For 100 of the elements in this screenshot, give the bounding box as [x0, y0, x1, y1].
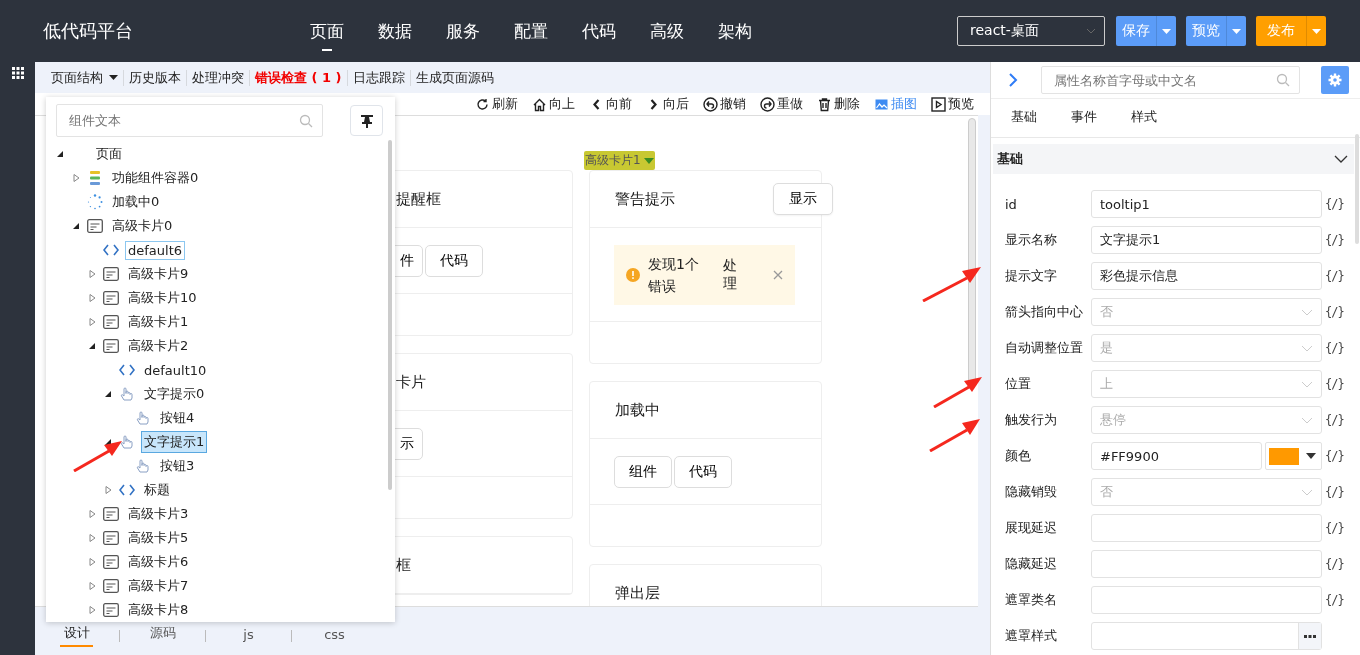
tree-node[interactable]: 高级卡片6	[125, 551, 192, 573]
editor-tab[interactable]: js	[232, 627, 265, 647]
nav-tab[interactable]: 代码	[582, 19, 616, 43]
dropdown-toggle[interactable]	[1226, 16, 1246, 46]
canvas-action[interactable]: 预览	[931, 95, 974, 113]
toggle-icon[interactable]	[88, 510, 96, 518]
binding-toggle[interactable]: {/}	[1325, 341, 1344, 355]
toolbar-link[interactable]: 日志跟踪	[352, 68, 405, 87]
text-field[interactable]	[1091, 550, 1322, 578]
color-field[interactable]: #FF9900	[1091, 442, 1262, 470]
toolbar-link[interactable]: 页面结构	[51, 68, 118, 87]
nav-tab[interactable]: 架构	[718, 19, 752, 43]
binding-toggle[interactable]: {/}	[1325, 485, 1344, 499]
property-tab[interactable]: 事件	[1071, 104, 1097, 132]
text-field[interactable]: 文字提示1	[1091, 226, 1322, 254]
tree-node[interactable]: 高级卡片3	[125, 503, 192, 525]
selection-tag[interactable]: 高级卡片1	[584, 151, 655, 170]
toolbar-link[interactable]: 历史版本	[129, 68, 181, 87]
binding-toggle[interactable]: {/}	[1325, 233, 1344, 247]
tree-node[interactable]: 高级卡片9	[125, 263, 192, 285]
tree-node[interactable]: 高级卡片0	[109, 215, 176, 237]
editor-tab[interactable]: 设计	[60, 624, 93, 647]
nav-tab[interactable]: 高级	[650, 19, 684, 43]
binding-toggle[interactable]: {/}	[1325, 197, 1344, 211]
color-picker[interactable]	[1265, 442, 1322, 470]
toggle-icon[interactable]	[104, 390, 112, 398]
tree-node[interactable]: 高级卡片2	[125, 335, 192, 357]
tree-node[interactable]: 按钮3	[157, 455, 198, 477]
section-header[interactable]: 基础	[993, 144, 1354, 174]
card-button[interactable]: 组件	[614, 455, 672, 488]
toggle-icon[interactable]	[88, 606, 96, 614]
editor-tab[interactable]: 源码	[146, 624, 179, 647]
toggle-icon[interactable]	[88, 270, 96, 278]
tree-node[interactable]: 按钮4	[157, 407, 198, 429]
tree-node[interactable]: 高级卡片8	[125, 599, 192, 621]
tree-node[interactable]: 页面	[93, 143, 125, 165]
card-button[interactable]: 代码	[674, 455, 732, 488]
tree-node[interactable]: 标题	[141, 479, 173, 501]
more-icon[interactable]	[1304, 634, 1316, 638]
chevron-right-icon[interactable]	[1008, 72, 1018, 88]
toggle-icon[interactable]	[72, 174, 80, 182]
binding-toggle[interactable]: {/}	[1325, 557, 1344, 571]
canvas-action[interactable]: 向前	[589, 95, 632, 113]
text-field[interactable]	[1091, 586, 1322, 614]
env-select[interactable]: react-桌面	[957, 16, 1105, 46]
tree-node[interactable]: 高级卡片10	[125, 287, 200, 309]
canvas-action[interactable]: 撤销	[703, 95, 746, 113]
nav-tab[interactable]: 配置	[514, 19, 548, 43]
card-button[interactable]: 代码	[425, 244, 483, 277]
scrollbar[interactable]	[388, 140, 392, 490]
toggle-icon[interactable]	[72, 222, 80, 230]
toggle-icon[interactable]	[88, 558, 96, 566]
nav-tab[interactable]: 服务	[446, 19, 480, 43]
toolbar-link[interactable]: 错误检查 ( 1 )	[255, 68, 342, 87]
nav-tab[interactable]: 数据	[378, 19, 412, 43]
close-icon[interactable]	[773, 269, 783, 280]
tree-node[interactable]: 高级卡片1	[125, 311, 192, 333]
settings-button[interactable]	[1321, 66, 1349, 94]
binding-toggle[interactable]: {/}	[1325, 377, 1344, 391]
grid-icon[interactable]	[11, 67, 24, 79]
tree-node[interactable]: 文字提示1	[141, 431, 208, 453]
text-field[interactable]: tooltip1	[1091, 190, 1322, 218]
tree-node[interactable]: 文字提示0	[141, 383, 208, 405]
text-field[interactable]	[1091, 514, 1322, 542]
canvas-action[interactable]: 重做	[760, 95, 803, 113]
binding-toggle[interactable]: {/}	[1325, 521, 1344, 535]
tree-node[interactable]: 加载中0	[109, 191, 163, 213]
dropdown-toggle[interactable]	[1156, 16, 1176, 46]
show-button[interactable]: 显示	[773, 183, 833, 215]
scrollbar[interactable]	[1355, 134, 1359, 244]
toggle-icon[interactable]	[104, 486, 112, 494]
property-search-field[interactable]: 属性名称首字母或中文名	[1041, 66, 1300, 94]
binding-toggle[interactable]: {/}	[1325, 269, 1344, 283]
canvas-action[interactable]: 刷新	[475, 95, 518, 113]
alert-action-link[interactable]: 处理	[723, 256, 752, 293]
canvas-action[interactable]: 向上	[532, 95, 575, 113]
toggle-icon[interactable]	[88, 534, 96, 542]
toggle-icon[interactable]	[56, 150, 64, 158]
tree-node[interactable]: default10	[141, 360, 210, 380]
toggle-icon[interactable]	[88, 342, 96, 350]
editor-tab[interactable]: css	[318, 627, 351, 647]
toggle-icon[interactable]	[88, 582, 96, 590]
binding-toggle[interactable]: {/}	[1325, 593, 1344, 607]
tree-node[interactable]: default6	[125, 240, 185, 260]
nav-tab[interactable]: 页面	[310, 19, 344, 43]
canvas-action[interactable]: 插图	[874, 95, 917, 113]
toolbar-link[interactable]: 处理冲突	[192, 68, 244, 87]
pin-button[interactable]	[350, 105, 383, 136]
binding-toggle[interactable]: {/}	[1325, 413, 1344, 427]
canvas-action[interactable]: 向后	[646, 95, 689, 113]
dropdown-toggle[interactable]	[1306, 16, 1326, 46]
canvas-action[interactable]: 删除	[817, 95, 860, 113]
tree-node[interactable]: 高级卡片5	[125, 527, 192, 549]
text-field[interactable]: 彩色提示信息	[1091, 262, 1322, 290]
toggle-icon[interactable]	[88, 294, 96, 302]
binding-toggle[interactable]: {/}	[1325, 449, 1344, 463]
tree-node[interactable]: 高级卡片7	[125, 575, 192, 597]
component-search-field[interactable]: 组件文本	[56, 104, 323, 137]
toggle-icon[interactable]	[88, 318, 96, 326]
toolbar-link[interactable]: 生成页面源码	[415, 68, 494, 87]
